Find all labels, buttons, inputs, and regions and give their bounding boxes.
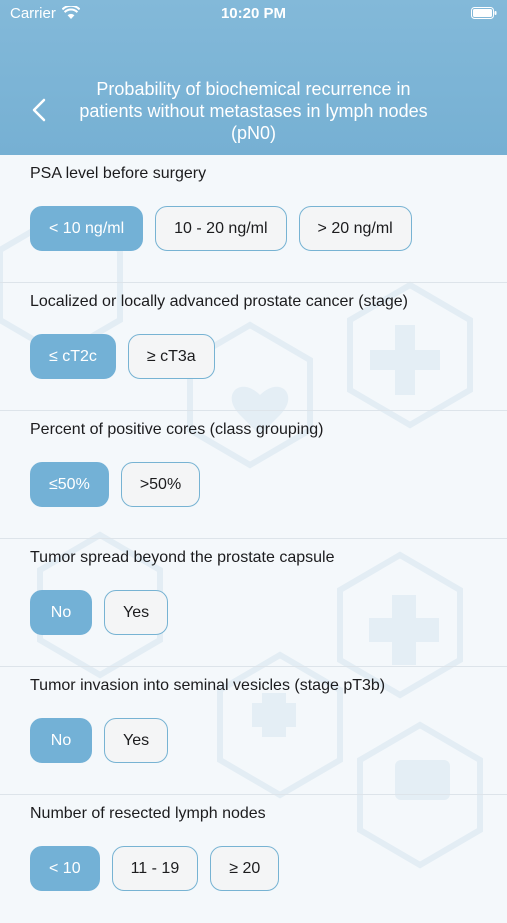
option-capsule-no[interactable]: No bbox=[30, 590, 92, 635]
option-psa-10-20[interactable]: 10 - 20 ng/ml bbox=[155, 206, 287, 251]
option-nodes-lt10[interactable]: < 10 bbox=[30, 846, 100, 891]
page-title: Probability of biochemical recurrence in… bbox=[79, 79, 428, 143]
option-nodes-ge20[interactable]: ≥ 20 bbox=[210, 846, 280, 891]
status-bar: Carrier 10:20 PM bbox=[0, 0, 507, 28]
option-group: < 10 11 - 19 ≥ 20 bbox=[30, 846, 280, 891]
nav-header: Carrier 10:20 PM Probability of biochemi… bbox=[0, 0, 507, 155]
option-vesicles-yes[interactable]: Yes bbox=[104, 718, 169, 763]
option-stage-le-ct2c[interactable]: ≤ cT2c bbox=[30, 334, 116, 379]
question-label: Tumor spread beyond the prostate capsule bbox=[30, 549, 335, 566]
back-button[interactable] bbox=[24, 92, 54, 128]
question-label: Number of resected lymph nodes bbox=[30, 805, 266, 822]
question-label: Tumor invasion into seminal vesicles (st… bbox=[30, 677, 386, 694]
option-nodes-11-19[interactable]: 11 - 19 bbox=[111, 846, 199, 891]
option-group: No Yes bbox=[30, 718, 169, 763]
question-label: Percent of positive cores (class groupin… bbox=[30, 421, 324, 438]
option-cores-gt50[interactable]: >50% bbox=[120, 462, 201, 507]
option-group: < 10 ng/ml 10 - 20 ng/ml > 20 ng/ml bbox=[30, 206, 412, 251]
question-positive-cores: Percent of positive cores (class groupin… bbox=[0, 411, 507, 539]
question-label: PSA level before surgery bbox=[30, 165, 207, 182]
question-label: Localized or locally advanced prostate c… bbox=[30, 293, 408, 310]
question-capsule-spread: Tumor spread beyond the prostate capsule… bbox=[0, 539, 507, 667]
question-stage: Localized or locally advanced prostate c… bbox=[0, 283, 507, 411]
question-psa-level: PSA level before surgery < 10 ng/ml 10 -… bbox=[0, 155, 507, 283]
question-seminal-vesicles: Tumor invasion into seminal vesicles (st… bbox=[0, 667, 507, 795]
chevron-left-icon bbox=[32, 98, 46, 122]
option-cores-le50[interactable]: ≤50% bbox=[30, 462, 109, 507]
option-group: ≤50% >50% bbox=[30, 462, 201, 507]
option-psa-lt10[interactable]: < 10 ng/ml bbox=[30, 206, 144, 251]
option-stage-ge-ct3a[interactable]: ≥ cT3a bbox=[127, 334, 215, 379]
question-lymph-nodes: Number of resected lymph nodes < 10 11 -… bbox=[0, 795, 507, 923]
option-group: ≤ cT2c ≥ cT3a bbox=[30, 334, 215, 379]
option-capsule-yes[interactable]: Yes bbox=[104, 590, 169, 635]
option-group: No Yes bbox=[30, 590, 169, 635]
battery-icon bbox=[471, 7, 497, 19]
status-time: 10:20 PM bbox=[220, 5, 287, 22]
question-list: PSA level before surgery < 10 ng/ml 10 -… bbox=[0, 155, 507, 923]
option-psa-gt20[interactable]: > 20 ng/ml bbox=[298, 206, 412, 251]
option-vesicles-no[interactable]: No bbox=[30, 718, 92, 763]
